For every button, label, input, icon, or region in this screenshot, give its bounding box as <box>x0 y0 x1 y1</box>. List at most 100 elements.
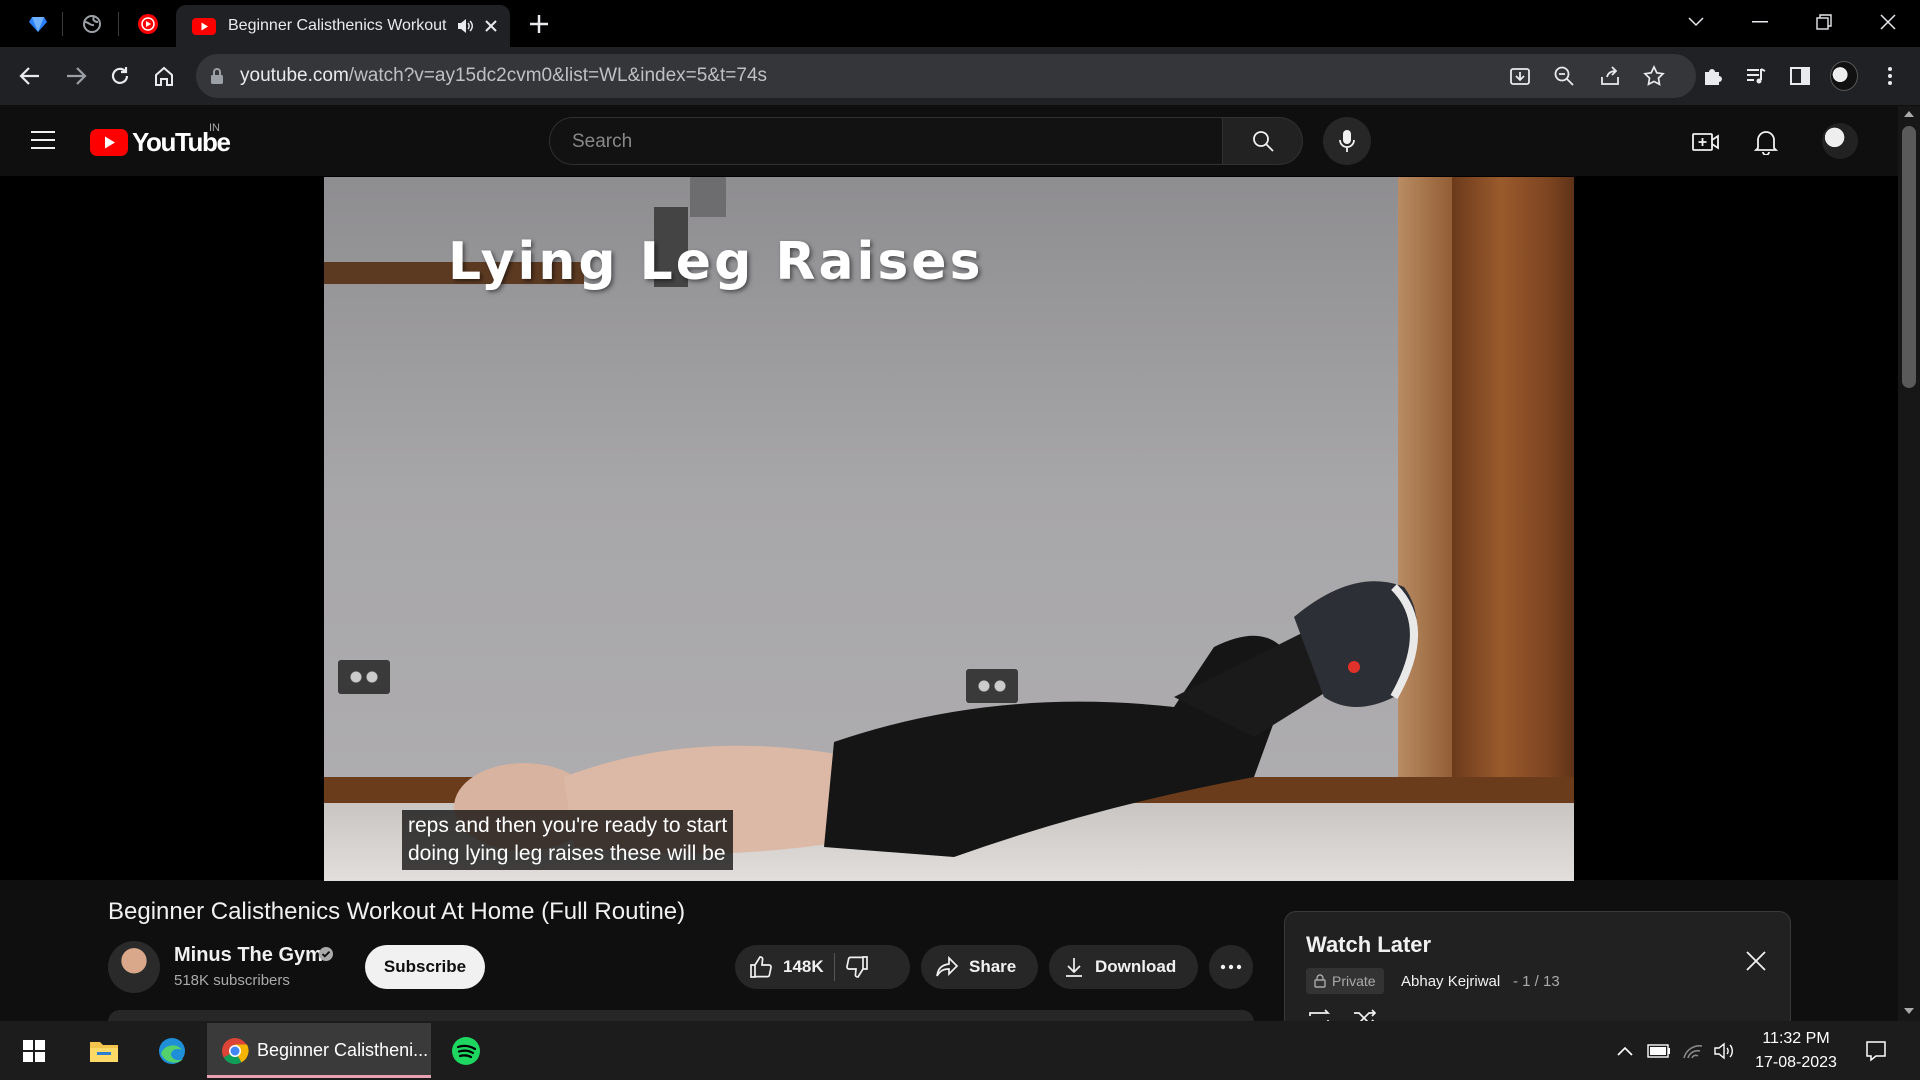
download-button[interactable]: Download <box>1049 945 1198 989</box>
chrome-icon <box>222 1037 249 1064</box>
page-scrollbar[interactable] <box>1898 106 1920 1021</box>
speaker-icon[interactable] <box>456 18 474 34</box>
profile-button[interactable] <box>1830 61 1858 91</box>
close-tab-icon[interactable] <box>484 19 498 33</box>
install-app-button[interactable] <box>1508 64 1532 88</box>
close-playlist-icon[interactable] <box>1745 950 1767 972</box>
start-button[interactable] <box>14 1029 54 1073</box>
pinned-tab-youtube-music[interactable] <box>132 8 164 40</box>
profile-avatar <box>1830 61 1858 91</box>
spotify-button[interactable] <box>444 1029 488 1073</box>
caption-line: reps and then you're ready to start <box>408 814 728 837</box>
closed-caption: reps and then you're ready to start doin… <box>402 810 734 870</box>
channel-avatar[interactable] <box>108 941 160 993</box>
search-input[interactable]: Search <box>549 117 1223 165</box>
caption-line: doing lying leg raises these will be <box>408 842 726 865</box>
reload-button[interactable] <box>106 62 134 90</box>
like-button[interactable]: 148K <box>735 955 824 979</box>
minimize-icon <box>1752 21 1768 23</box>
battery-button[interactable] <box>1646 1029 1672 1073</box>
minimize-button[interactable] <box>1740 8 1780 36</box>
restore-icon <box>1816 14 1832 30</box>
youtube-favicon-icon <box>192 17 216 35</box>
side-panel-button[interactable] <box>1786 62 1814 90</box>
forward-button[interactable] <box>62 62 90 90</box>
search-icon <box>1252 131 1274 152</box>
scroll-up-arrow-icon[interactable] <box>1904 110 1914 117</box>
home-button[interactable] <box>150 62 178 90</box>
windows-logo-icon <box>23 1040 45 1062</box>
url-text[interactable]: youtube.com/watch?v=ay15dc2cvm0&list=WL&… <box>240 65 767 87</box>
address-bar[interactable]: youtube.com/watch?v=ay15dc2cvm0&list=WL&… <box>196 54 1696 98</box>
playlist-title[interactable]: Watch Later <box>1306 932 1431 958</box>
taskbar-chrome-window[interactable]: Beginner Calistheni... <box>207 1023 431 1078</box>
share-arrow-icon <box>936 956 959 977</box>
share-label: Share <box>969 957 1017 976</box>
playlist-music-icon <box>1747 68 1766 84</box>
taskbar-clock[interactable]: 11:32 PM 17-08-2023 <box>1748 1027 1844 1075</box>
bell-icon <box>1754 131 1778 155</box>
bookmark-button[interactable] <box>1642 64 1666 88</box>
more-actions-button[interactable] <box>1209 945 1253 989</box>
chrome-menu-button[interactable] <box>1876 62 1904 90</box>
extensions-button[interactable] <box>1698 62 1726 90</box>
channel-name[interactable]: Minus The Gym <box>174 944 323 967</box>
volume-button[interactable] <box>1712 1029 1738 1073</box>
notification-speech-icon <box>1866 1041 1886 1062</box>
restore-button[interactable] <box>1804 8 1844 36</box>
tab-separator <box>62 12 63 36</box>
video-plus-icon <box>1692 133 1719 151</box>
pinned-tab-globe[interactable] <box>76 8 108 40</box>
thumbs-up-icon <box>750 956 772 978</box>
like-dislike-group: 148K <box>735 945 910 989</box>
side-panel-icon <box>1790 67 1810 85</box>
active-tab[interactable]: Beginner Calisthenics Workout At Home (F… <box>176 5 510 47</box>
scrollbar-thumb[interactable] <box>1902 126 1916 388</box>
plus-icon <box>530 15 548 33</box>
show-hidden-icons-button[interactable] <box>1612 1029 1638 1073</box>
new-tab-button[interactable] <box>526 11 552 37</box>
download-label: Download <box>1095 957 1177 976</box>
action-center-button[interactable] <box>1858 1029 1894 1073</box>
scroll-down-arrow-icon[interactable] <box>1904 1008 1914 1015</box>
globe-icon <box>83 15 101 33</box>
home-icon <box>155 66 173 86</box>
notifications-button[interactable] <box>1750 126 1782 158</box>
lock-icon[interactable] <box>210 67 224 85</box>
network-button[interactable] <box>1680 1029 1706 1073</box>
close-icon <box>1880 14 1896 30</box>
search-button[interactable] <box>1223 117 1303 165</box>
edge-button[interactable] <box>150 1029 194 1073</box>
video-player[interactable]: Lying Leg Raises reps and then you're re… <box>324 177 1574 881</box>
url-host: youtube.com <box>240 65 349 86</box>
clock-date: 17-08-2023 <box>1755 1054 1837 1071</box>
subscribe-button[interactable]: Subscribe <box>365 945 485 989</box>
install-icon <box>1510 68 1530 85</box>
battery-icon <box>1647 1044 1670 1058</box>
media-control-button[interactable] <box>1742 62 1770 90</box>
download-icon <box>1066 958 1082 977</box>
active-indicator <box>207 1075 431 1078</box>
account-avatar[interactable] <box>1822 123 1858 159</box>
wifi-icon <box>1683 1045 1703 1059</box>
browser-toolbar: youtube.com/watch?v=ay15dc2cvm0&list=WL&… <box>0 47 1920 105</box>
playlist-owner[interactable]: Abhay Kejriwal <box>1401 973 1500 990</box>
chevron-up-icon <box>1617 1046 1633 1056</box>
country-code: IN <box>209 122 220 134</box>
back-button[interactable] <box>16 62 44 90</box>
pinned-tab-gem[interactable] <box>22 8 54 40</box>
share-page-button[interactable] <box>1598 64 1622 88</box>
voice-search-button[interactable] <box>1323 117 1371 165</box>
zoom-button[interactable] <box>1552 64 1576 88</box>
gem-icon <box>29 17 47 32</box>
close-window-button[interactable] <box>1868 8 1908 36</box>
guide-menu-button[interactable] <box>30 130 56 150</box>
reload-icon <box>111 67 129 84</box>
share-button[interactable]: Share <box>921 945 1038 989</box>
file-explorer-button[interactable] <box>82 1029 126 1073</box>
tab-search-button[interactable] <box>1676 8 1716 36</box>
video-overlay-title: Lying Leg Raises <box>448 232 984 292</box>
dislike-button[interactable] <box>845 955 869 979</box>
create-button[interactable] <box>1690 126 1722 158</box>
puzzle-icon <box>1705 69 1722 85</box>
